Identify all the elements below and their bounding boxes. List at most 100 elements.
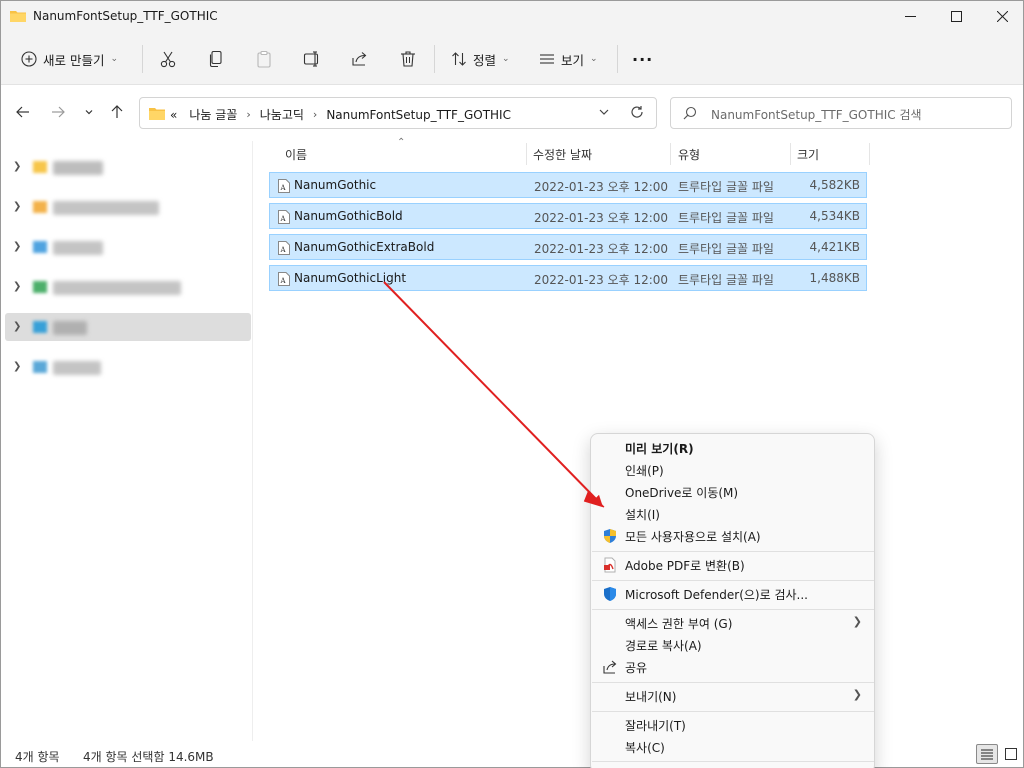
shield-icon xyxy=(604,529,616,543)
search-box[interactable]: NanumFontSetup_TTF_GOTHIC 검색 xyxy=(670,97,1012,129)
breadcrumb-item[interactable]: 나눔고딕 xyxy=(260,106,304,123)
paste-button[interactable] xyxy=(255,45,273,73)
file-row[interactable]: A NanumGothicExtraBold 2022-01-23 오후 12:… xyxy=(269,234,867,260)
file-type: 트루타입 글꼴 파일 xyxy=(678,273,774,287)
menu-item-cut[interactable]: 잘라내기(T) xyxy=(595,714,872,736)
menu-item-install-all-users[interactable]: 모든 사용자용으로 설치(A) xyxy=(595,525,872,547)
column-header-size[interactable]: 크기 xyxy=(797,141,819,167)
sort-button[interactable]: 정렬 ⌄ xyxy=(451,45,510,73)
details-view-button[interactable] xyxy=(976,744,998,764)
chevron-right-icon[interactable]: › xyxy=(313,108,317,121)
minimize-button[interactable] xyxy=(887,1,933,31)
column-header-date[interactable]: 수정한 날짜 xyxy=(533,141,592,167)
window-title: NanumFontSetup_TTF_GOTHIC xyxy=(33,9,218,23)
maximize-icon xyxy=(950,10,962,22)
chevron-right-icon[interactable]: › xyxy=(246,108,250,121)
large-icons-view-button[interactable] xyxy=(1000,744,1022,764)
delete-button[interactable] xyxy=(399,45,417,73)
font-file-icon: A xyxy=(278,241,290,255)
menu-item-give-access[interactable]: 액세스 권한 부여 (G) ❯ xyxy=(595,612,872,634)
file-row[interactable]: A NanumGothicBold 2022-01-23 오후 12:00 트루… xyxy=(269,203,867,229)
chevron-right-icon[interactable]: ❯ xyxy=(13,321,21,332)
copy-button[interactable] xyxy=(207,45,225,73)
search-placeholder: NanumFontSetup_TTF_GOTHIC 검색 xyxy=(711,108,922,122)
column-divider[interactable] xyxy=(670,143,671,165)
menu-item-defender-scan[interactable]: Microsoft Defender(으)로 검사... xyxy=(595,583,872,605)
menu-item-preview[interactable]: 미리 보기(R) xyxy=(595,437,872,459)
nav-item-label xyxy=(53,281,181,295)
column-divider[interactable] xyxy=(526,143,527,165)
breadcrumb-item[interactable]: 나눔 글꼴 xyxy=(189,106,237,123)
close-button[interactable] xyxy=(979,1,1024,31)
folder-icon xyxy=(149,108,165,120)
menu-item-label: 복사(C) xyxy=(625,741,665,755)
menu-item-label: Microsoft Defender(으)로 검사... xyxy=(625,588,808,602)
new-button-label: 새로 만들기 xyxy=(43,52,105,68)
rename-button[interactable] xyxy=(303,45,321,73)
file-row[interactable]: A NanumGothicLight 2022-01-23 오후 12:00 트… xyxy=(269,265,867,291)
share-icon xyxy=(603,660,617,674)
refresh-button[interactable] xyxy=(630,105,644,122)
more-options-button[interactable]: ··· xyxy=(632,45,653,73)
toolbar-divider xyxy=(142,45,143,73)
address-bar[interactable]: « 나눔 글꼴 › 나눔고딕 › NanumFontSetup_TTF_GOTH… xyxy=(139,97,657,129)
menu-item-convert-pdf[interactable]: Adobe PDF로 변환(B) xyxy=(595,554,872,576)
menu-item-move-to-onedrive[interactable]: OneDrive로 이동(M) xyxy=(595,481,872,503)
column-header-name[interactable]: 이름 xyxy=(285,141,307,167)
nav-tree-item-selected[interactable]: ❯ xyxy=(5,313,251,341)
menu-item-print[interactable]: 인쇄(P) xyxy=(595,459,872,481)
nav-tree-item[interactable]: ❯ xyxy=(1,193,253,221)
menu-item-copy[interactable]: 복사(C) xyxy=(595,736,872,758)
menu-item-install[interactable]: 설치(I) xyxy=(595,503,872,525)
file-size: 4,534KB xyxy=(809,209,860,223)
command-bar: 새로 만들기 ⌄ 정렬 ⌄ 보기 ⌄ ··· xyxy=(1,33,1023,85)
nav-tree-item[interactable]: ❯ xyxy=(1,153,253,181)
nav-tree-item[interactable]: ❯ xyxy=(1,353,253,381)
paste-icon xyxy=(257,50,271,68)
menu-item-label: OneDrive로 이동(M) xyxy=(625,486,739,500)
recent-locations-button[interactable] xyxy=(77,100,101,124)
file-date: 2022-01-23 오후 12:00 xyxy=(534,273,669,287)
up-button[interactable] xyxy=(105,100,129,124)
breadcrumb-item[interactable]: NanumFontSetup_TTF_GOTHIC xyxy=(326,108,511,122)
breadcrumb-overflow[interactable]: « xyxy=(170,108,177,122)
chevron-down-icon: ⌄ xyxy=(110,54,119,64)
menu-item-copy-path[interactable]: 경로로 복사(A) xyxy=(595,634,872,656)
file-name: NanumGothic xyxy=(294,178,377,192)
address-dropdown-button[interactable] xyxy=(598,106,610,121)
nav-tree-item[interactable]: ❯ xyxy=(1,233,253,261)
column-divider[interactable] xyxy=(790,143,791,165)
menu-item-share[interactable]: 공유 xyxy=(595,656,872,678)
back-button[interactable] xyxy=(11,100,35,124)
forward-button[interactable] xyxy=(46,100,70,124)
chevron-right-icon[interactable]: ❯ xyxy=(13,161,21,172)
chevron-right-icon[interactable]: ❯ xyxy=(13,281,21,292)
menu-item-send-to[interactable]: 보내기(N) ❯ xyxy=(595,685,872,707)
file-type: 트루타입 글꼴 파일 xyxy=(678,180,774,194)
view-button[interactable]: 보기 ⌄ xyxy=(539,45,598,73)
column-divider[interactable] xyxy=(869,143,870,165)
file-row[interactable]: A NanumGothic 2022-01-23 오후 12:00 트루타입 글… xyxy=(269,172,867,198)
item-count: 4개 항목 xyxy=(15,750,60,764)
nav-item-label xyxy=(53,241,103,255)
chevron-right-icon[interactable]: ❯ xyxy=(13,361,21,372)
column-header-label: 크기 xyxy=(797,147,820,162)
drive-icon xyxy=(33,241,47,253)
nav-item-label xyxy=(53,321,87,335)
svg-text:A: A xyxy=(280,246,287,254)
nav-tree-item[interactable]: ❯ xyxy=(1,273,253,301)
chevron-right-icon: ❯ xyxy=(852,688,862,701)
file-size: 4,582KB xyxy=(809,178,860,192)
column-header-label: 수정한 날짜 xyxy=(533,147,593,162)
column-header-type[interactable]: 유형 xyxy=(678,141,700,167)
svg-text:A: A xyxy=(280,184,287,192)
menu-separator xyxy=(592,682,874,683)
new-button[interactable]: 새로 만들기 ⌄ xyxy=(21,45,118,73)
chevron-right-icon[interactable]: ❯ xyxy=(13,201,21,212)
maximize-button[interactable] xyxy=(933,1,979,31)
share-button[interactable] xyxy=(351,45,369,73)
tiles-view-icon xyxy=(1005,748,1017,760)
close-icon xyxy=(996,10,1008,22)
chevron-right-icon[interactable]: ❯ xyxy=(13,241,21,252)
cut-button[interactable] xyxy=(159,45,177,73)
